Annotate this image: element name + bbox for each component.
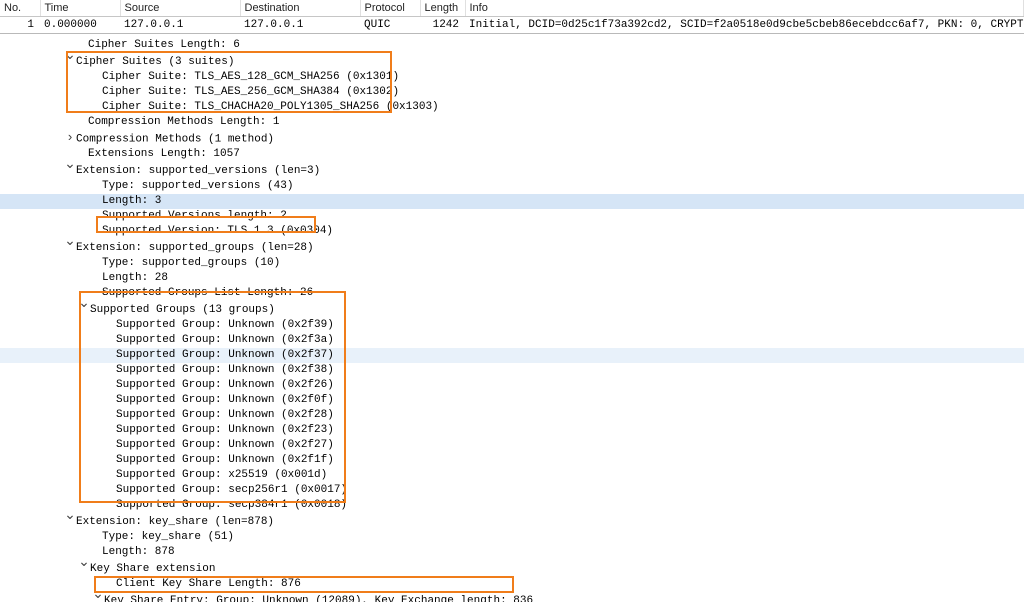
field-supported-group[interactable]: Supported Group: Unknown (0x2f3a) [116,334,334,346]
field-extensions-length[interactable]: Extensions Length: 1057 [88,148,240,160]
packet-row-1[interactable]: 1 0.000000 127.0.0.1 127.0.0.1 QUIC 1242… [0,17,1024,34]
field-supported-group[interactable]: Supported Group: Unknown (0x2f26) [116,379,334,391]
field-sv-tls13[interactable]: Supported Version: TLS 1.3 (0x0304) [102,225,333,237]
field-supported-group[interactable]: Supported Group: secp256r1 (0x0017) [116,484,347,496]
field-extension-supported-versions[interactable]: Extension: supported_versions (len=3) [76,165,320,177]
expand-toggle[interactable] [64,162,76,178]
cell-info: Initial, DCID=0d25c1f73a392cd2, SCID=f2a… [465,17,1024,34]
col-header-destination[interactable]: Destination [240,0,360,17]
field-sv-length[interactable]: Length: 3 [102,195,161,207]
expand-toggle[interactable] [64,239,76,255]
field-extension-supported-groups[interactable]: Extension: supported_groups (len=28) [76,242,314,254]
expand-toggle[interactable] [78,560,90,576]
col-header-source[interactable]: Source [120,0,240,17]
packet-list-header: No. Time Source Destination Protocol Len… [0,0,1024,17]
field-key-share-entry[interactable]: Key Share Entry: Group: Unknown (12089),… [104,595,533,602]
col-header-no[interactable]: No. [0,0,40,17]
field-supported-group[interactable]: Supported Group: secp384r1 (0x0018) [116,499,347,511]
field-cipher-suite[interactable]: Cipher Suite: TLS_CHACHA20_POLY1305_SHA2… [102,101,439,113]
field-sv-list-length[interactable]: Supported Versions length: 2 [102,210,287,222]
col-header-time[interactable]: Time [40,0,120,17]
field-extension-key-share[interactable]: Extension: key_share (len=878) [76,516,274,528]
field-ks-length[interactable]: Length: 878 [102,546,175,558]
field-sg-type[interactable]: Type: supported_groups (10) [102,257,280,269]
field-sg-length[interactable]: Length: 28 [102,272,168,284]
expand-toggle[interactable] [64,513,76,529]
field-supported-group[interactable]: Supported Group: Unknown (0x2f37) [116,349,334,361]
cell-destination: 127.0.0.1 [240,17,360,34]
cell-no: 1 [0,17,40,34]
expand-toggle[interactable] [78,301,90,317]
field-ks-type[interactable]: Type: key_share (51) [102,531,234,543]
cell-source: 127.0.0.1 [120,17,240,34]
col-header-info[interactable]: Info [465,0,1024,17]
field-supported-group[interactable]: Supported Group: Unknown (0x2f1f) [116,454,334,466]
field-supported-group[interactable]: Supported Group: Unknown (0x2f27) [116,439,334,451]
field-supported-groups[interactable]: Supported Groups (13 groups) [90,304,275,316]
field-compression-methods-length[interactable]: Compression Methods Length: 1 [88,116,279,128]
field-cipher-suite[interactable]: Cipher Suite: TLS_AES_128_GCM_SHA256 (0x… [102,71,399,83]
cell-protocol: QUIC [360,17,420,34]
col-header-protocol[interactable]: Protocol [360,0,420,17]
expand-toggle[interactable] [92,592,104,602]
field-supported-group[interactable]: Supported Group: Unknown (0x2f39) [116,319,334,331]
field-supported-group[interactable]: Supported Group: Unknown (0x2f0f) [116,394,334,406]
cell-time: 0.000000 [40,17,120,34]
field-cipher-suite[interactable]: Cipher Suite: TLS_AES_256_GCM_SHA384 (0x… [102,86,399,98]
expand-toggle[interactable] [64,130,76,147]
field-cipher-suites-length[interactable]: Cipher Suites Length: 6 [88,39,240,51]
col-header-length[interactable]: Length [420,0,465,17]
field-supported-group[interactable]: Supported Group: x25519 (0x001d) [116,469,327,481]
expand-toggle[interactable] [64,53,76,69]
field-sv-type[interactable]: Type: supported_versions (43) [102,180,293,192]
field-compression-methods[interactable]: Compression Methods (1 method) [76,133,274,145]
field-supported-group[interactable]: Supported Group: Unknown (0x2f23) [116,424,334,436]
field-cipher-suites[interactable]: Cipher Suites (3 suites) [76,56,234,68]
cell-length: 1242 [420,17,465,34]
field-client-key-share-length[interactable]: Client Key Share Length: 876 [116,578,301,590]
packet-details-tree[interactable]: Cipher Suites Length: 6 Cipher Suites (3… [0,34,1024,602]
packet-list-table: No. Time Source Destination Protocol Len… [0,0,1024,33]
field-supported-group[interactable]: Supported Group: Unknown (0x2f28) [116,409,334,421]
field-supported-group[interactable]: Supported Group: Unknown (0x2f38) [116,364,334,376]
field-key-share-extension[interactable]: Key Share extension [90,563,215,575]
field-sg-list-length[interactable]: Supported Groups List Length: 26 [102,287,313,299]
